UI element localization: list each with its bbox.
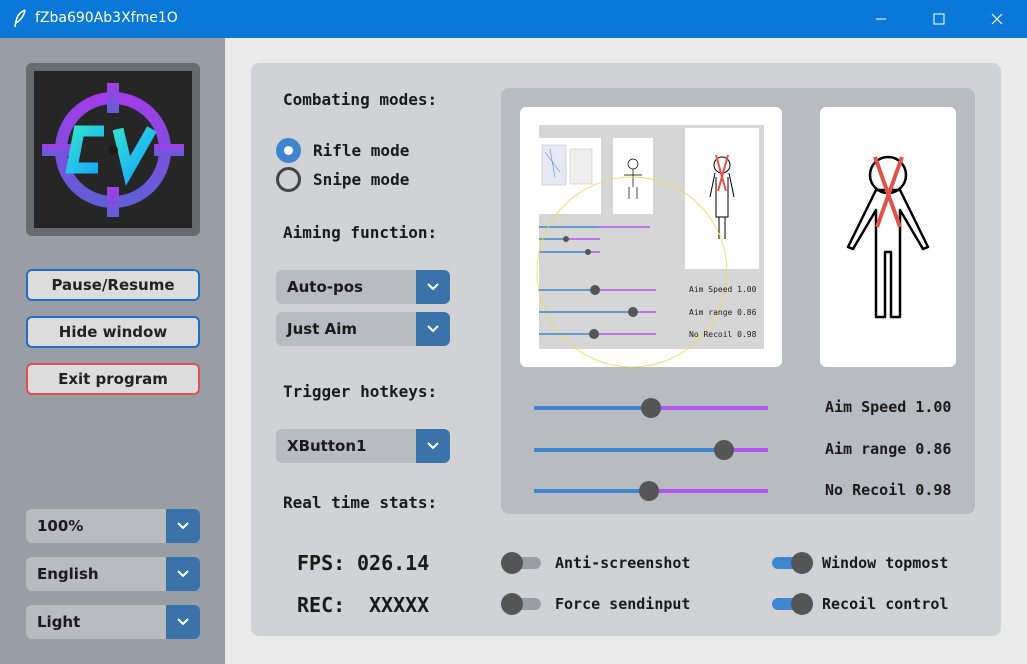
exit-program-button[interactable]: Exit program [26,363,200,395]
theme-dropdown[interactable]: Light [26,605,200,639]
hide-window-button[interactable]: Hide window [26,316,200,348]
chevron-down-icon[interactable] [166,509,200,543]
slider-track-filled [534,406,651,410]
screen-preview: Aim Speed 1.00 Aim range 0.86 No Recoil … [520,107,782,367]
force-sendinput-toggle[interactable] [501,593,541,615]
target-figure-preview [820,107,956,367]
window-topmost-label: Window topmost [822,554,949,572]
rec-value: XXXXX [369,593,430,617]
mini-slider-label: Aim Speed 1.00 [689,285,757,294]
fps-value: 026.14 [357,551,430,575]
radio-selected-icon [276,137,301,163]
feather-icon [12,9,28,29]
zoom-dropdown-value: 100% [26,509,166,543]
slider-track-empty [649,489,768,493]
rifle-mode-label: Rifle mode [313,140,410,160]
aim-range-label: Aim range 0.86 [825,440,952,458]
slider-track-empty [651,406,768,410]
radio-unselected-icon [276,166,301,192]
trigger-hotkey-dropdown[interactable]: XButton1 [276,429,450,463]
slider-handle[interactable] [641,398,661,418]
chevron-down-icon[interactable] [166,557,200,591]
snipe-mode-label: Snipe mode [313,169,410,189]
anti-screenshot-toggle[interactable] [501,552,541,574]
slider-track-filled [534,448,724,452]
aim-speed-slider[interactable] [534,398,768,418]
no-recoil-slider[interactable] [534,481,768,501]
slider-handle[interactable] [639,481,659,501]
combating-modes-heading: Combating modes: [283,90,438,109]
close-icon [991,13,1003,25]
rec-label: REC: [297,593,346,617]
minimize-button[interactable] [852,0,910,38]
slider-handle[interactable] [714,440,734,460]
aim-range-slider[interactable] [534,440,768,460]
snipe-mode-radio[interactable]: Snipe mode [276,166,409,192]
pause-resume-button[interactable]: Pause/Resume [26,269,200,301]
slider-track-filled [534,489,649,493]
language-dropdown-value: English [26,557,166,591]
title-bar: fZba690Ab3Xfme1O [0,0,1027,38]
mini-slider-label: Aim range 0.86 [689,308,757,317]
window-topmost-toggle[interactable] [772,552,813,574]
aim-position-value: Auto-pos [276,270,416,304]
trigger-hotkeys-heading: Trigger hotkeys: [283,382,438,401]
logo [26,63,200,236]
language-dropdown[interactable]: English [26,557,200,591]
fps-label: FPS: [297,551,346,575]
maximize-icon [933,13,945,25]
aim-speed-label: Aim Speed 1.00 [825,398,952,416]
chevron-down-icon[interactable] [166,605,200,639]
window-title: fZba690Ab3Xfme1O [35,10,178,26]
chevron-down-icon[interactable] [416,429,450,463]
minimize-icon [876,18,886,20]
real-time-stats-heading: Real time stats: [283,493,438,512]
force-sendinput-label: Force sendinput [555,595,691,613]
chevron-down-icon[interactable] [416,270,450,304]
chevron-down-icon[interactable] [416,312,450,346]
close-button[interactable] [968,0,1026,38]
sidebar: Pause/Resume Hide window Exit program 10… [0,38,225,664]
anti-screenshot-label: Anti-screenshot [555,554,691,572]
aim-position-dropdown[interactable]: Auto-pos [276,270,450,304]
aim-mode-dropdown[interactable]: Just Aim [276,312,450,346]
no-recoil-label: No Recoil 0.98 [825,481,952,499]
aiming-function-heading: Aiming function: [283,223,438,242]
rifle-mode-radio[interactable]: Rifle mode [276,137,409,163]
recoil-control-toggle[interactable] [772,593,813,615]
theme-dropdown-value: Light [26,605,166,639]
recoil-control-label: Recoil control [822,595,949,613]
aim-mode-value: Just Aim [276,312,416,346]
mini-slider-label: No Recoil 0.98 [689,330,757,339]
zoom-dropdown[interactable]: 100% [26,509,200,543]
trigger-hotkey-value: XButton1 [276,429,416,463]
maximize-button[interactable] [910,0,968,38]
